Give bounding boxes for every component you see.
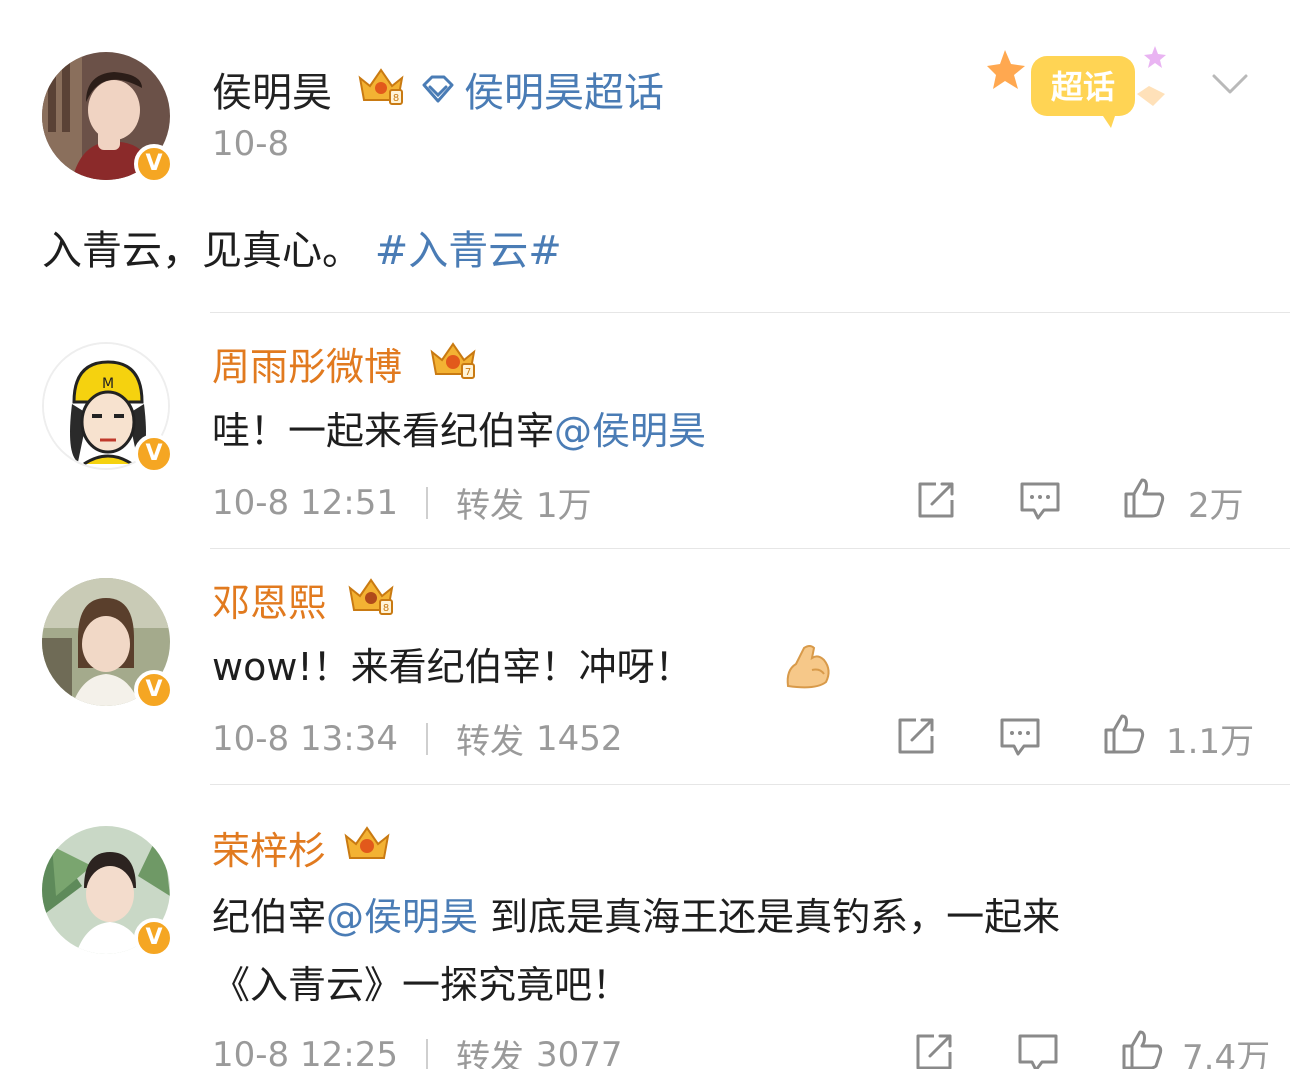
comment-icon[interactable] xyxy=(1018,478,1062,522)
share-icon[interactable] xyxy=(914,478,958,522)
commenter-avatar[interactable]: M V xyxy=(42,342,174,474)
comment-text-body: 到底是真海王还是真钓系，一起来 xyxy=(478,895,1061,939)
comment-icon[interactable] xyxy=(998,714,1042,758)
repost-count: 1万 xyxy=(535,486,592,526)
verified-v-icon: V xyxy=(134,144,174,184)
svg-text:7: 7 xyxy=(465,367,471,378)
like-count: 1.1万 xyxy=(1166,722,1255,762)
post-body: 入青云，见真心。 #入青云# xyxy=(42,218,562,276)
hashtag-link[interactable]: #入青云# xyxy=(375,228,562,274)
divider xyxy=(210,312,1290,313)
meta-separator xyxy=(425,1038,428,1069)
commenter-avatar[interactable]: V xyxy=(42,826,174,958)
verified-v-icon: V xyxy=(134,434,174,474)
verified-v-icon: V xyxy=(134,670,174,710)
svg-text:8: 8 xyxy=(393,93,399,104)
comment-time: 10-8 12:25 xyxy=(212,1034,398,1069)
post-text: 入青云，见真心。 xyxy=(42,228,362,274)
svg-text:M: M xyxy=(102,376,114,392)
comment-meta: 10-8 12:25 转发 3077 xyxy=(212,1030,623,1069)
mention-link[interactable]: @侯明昊 xyxy=(326,895,478,939)
comment-text: wow!！来看纪伯宰！冲呀！ xyxy=(212,634,693,700)
share-icon[interactable] xyxy=(912,1030,956,1069)
crown-icon: 8 xyxy=(358,68,404,105)
comment-icon[interactable] xyxy=(1016,1030,1060,1069)
meta-separator xyxy=(425,486,428,519)
comment-meta: 10-8 13:34 转发 1452 xyxy=(212,714,623,763)
commenter-name[interactable]: 邓恩熙 xyxy=(212,572,326,627)
svg-text:8: 8 xyxy=(383,603,389,614)
supertopic-label: 侯明昊超话 xyxy=(464,70,664,116)
comment-text-line-2: 《入青云》一探究竟吧！ xyxy=(212,963,631,1007)
like-count: 7.4万 xyxy=(1182,1038,1271,1069)
post-time: 10-8 xyxy=(212,124,290,164)
repost-label[interactable]: 转发 xyxy=(456,714,524,763)
crown-icon: 8 xyxy=(348,578,394,615)
crown-icon: 7 xyxy=(430,342,476,379)
like-count: 2万 xyxy=(1188,486,1244,526)
mention-link[interactable]: @侯明昊 xyxy=(554,409,706,453)
repost-label[interactable]: 转发 xyxy=(456,1030,524,1069)
repost-label[interactable]: 转发 xyxy=(456,478,524,527)
thumbs-up-icon[interactable] xyxy=(1122,476,1166,520)
comment-text-body: 哇！一起来看纪伯宰 xyxy=(212,409,555,453)
author-name[interactable]: 侯明昊 xyxy=(212,60,332,118)
commenter-name[interactable]: 荣梓杉 xyxy=(212,820,326,875)
comment-text-body: wow!！来看纪伯宰！冲呀！ xyxy=(212,645,693,689)
comment-text-body: 纪伯宰 xyxy=(212,895,327,939)
repost-count: 3077 xyxy=(535,1034,623,1069)
comment-time: 10-8 13:34 xyxy=(212,718,398,759)
crown-icon xyxy=(344,826,390,859)
supertopic-badge-label: 超话 xyxy=(1051,68,1115,106)
diamond-icon xyxy=(422,75,454,103)
repost-count: 1452 xyxy=(535,718,623,759)
comment-text-line-1: 纪伯宰@侯明昊 到底是真海王还是真钓系，一起来 xyxy=(212,884,1060,950)
comment-meta: 10-8 12:51 转发 1万 xyxy=(212,478,592,527)
flexed-biceps-emoji xyxy=(786,645,830,689)
divider xyxy=(210,548,1290,549)
chevron-down-icon[interactable] xyxy=(1208,62,1252,106)
divider xyxy=(210,784,1290,785)
meta-separator xyxy=(425,722,428,755)
comment-text: 哇！一起来看纪伯宰@侯明昊 xyxy=(212,398,706,464)
share-icon[interactable] xyxy=(894,714,938,758)
commenter-avatar[interactable]: V xyxy=(42,578,174,710)
verified-v-icon: V xyxy=(134,918,174,958)
author-avatar[interactable]: V xyxy=(42,52,174,184)
supertopic-badge[interactable]: 超话 xyxy=(985,42,1175,132)
supertopic-link[interactable]: 侯明昊超话 xyxy=(420,60,664,118)
thumbs-up-icon[interactable] xyxy=(1102,712,1146,756)
commenter-name[interactable]: 周雨彤微博 xyxy=(212,336,402,391)
comment-time: 10-8 12:51 xyxy=(212,482,398,523)
thumbs-up-icon[interactable] xyxy=(1120,1028,1164,1069)
post-header: V 侯明昊 8 侯明昊超话 10-8 超话 xyxy=(0,0,1290,200)
